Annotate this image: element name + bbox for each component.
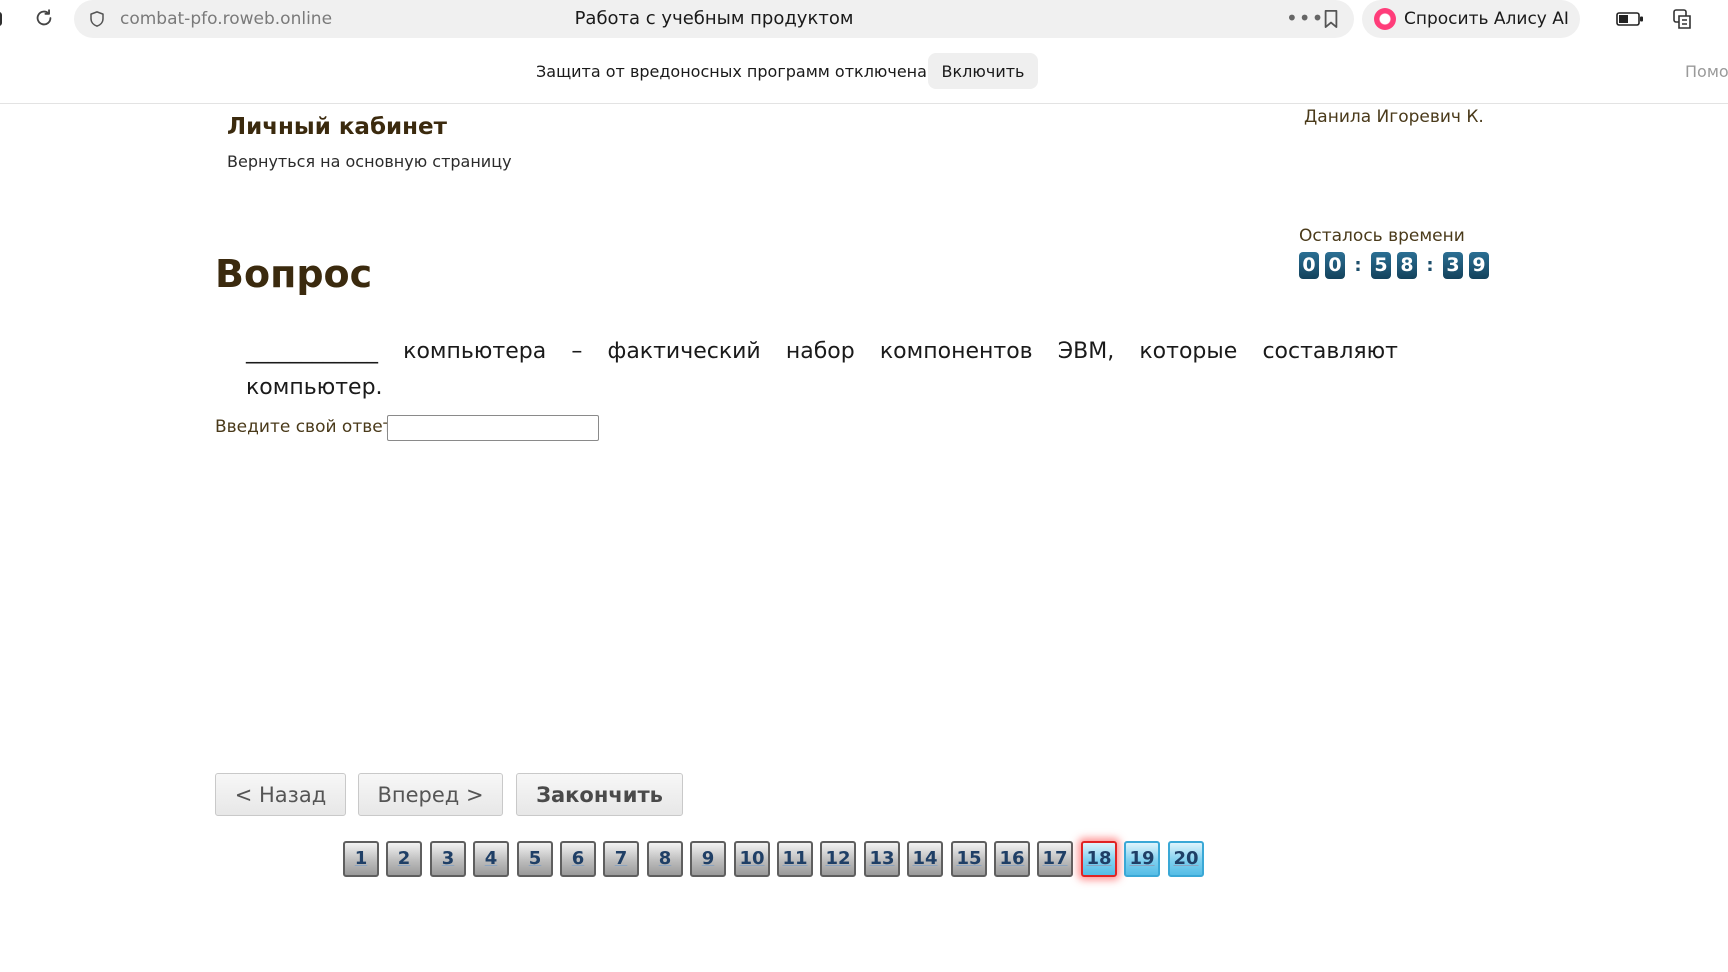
timer-digit: 9 xyxy=(1469,251,1489,279)
pager-item-17[interactable]: 17 xyxy=(1037,841,1073,877)
alice-icon xyxy=(1374,8,1396,30)
pager-item-6[interactable]: 6 xyxy=(560,841,596,877)
answer-input[interactable] xyxy=(387,415,599,441)
help-link[interactable]: Помо xyxy=(1685,62,1728,81)
question-heading: Вопрос xyxy=(215,252,373,296)
pager-item-4[interactable]: 4 xyxy=(473,841,509,877)
protection-notice-text: Защита от вредоносных программ отключена xyxy=(536,62,927,81)
pager-item-16[interactable]: 16 xyxy=(994,841,1030,877)
address-bar[interactable]: combat-pfo.roweb.online Работа с учебным… xyxy=(74,0,1354,38)
pager-item-20[interactable]: 20 xyxy=(1168,841,1204,877)
protection-notice-bar: Защита от вредоносных программ отключена… xyxy=(0,38,1728,104)
timer-digit: 0 xyxy=(1299,251,1319,279)
browser-toolbar: combat-pfo.roweb.online Работа с учебным… xyxy=(0,0,1728,38)
pager-item-11[interactable]: 11 xyxy=(777,841,813,877)
sidebar-edge xyxy=(0,12,2,26)
extensions-icon[interactable] xyxy=(1671,7,1693,31)
ask-alice-label: Спросить Алису AI xyxy=(1404,9,1569,29)
pager-item-12[interactable]: 12 xyxy=(820,841,856,877)
timer-digit: 8 xyxy=(1397,251,1417,279)
shield-icon[interactable] xyxy=(88,10,106,28)
question-text: ____________ компьютера – фактический на… xyxy=(246,339,1398,400)
ask-alice-button[interactable]: Спросить Алису AI xyxy=(1362,0,1580,38)
answer-label: Введите свой ответ xyxy=(215,417,393,437)
finish-button[interactable]: Закончить xyxy=(516,773,683,816)
pager-item-8[interactable]: 8 xyxy=(647,841,683,877)
pager-item-2[interactable]: 2 xyxy=(386,841,422,877)
countdown-timer: 0 0 : 5 8 : 3 9 xyxy=(1299,251,1495,279)
battery-icon xyxy=(1616,12,1643,26)
timer-digit: 3 xyxy=(1443,251,1463,279)
user-name: Данила Игоревич К. xyxy=(1304,107,1484,127)
reload-icon[interactable] xyxy=(33,7,55,29)
cabinet-title[interactable]: Личный кабинет xyxy=(227,114,447,140)
pager-item-10[interactable]: 10 xyxy=(734,841,770,877)
back-to-main-link[interactable]: Вернуться на основную страницу xyxy=(227,152,512,171)
bookmark-icon[interactable] xyxy=(1322,9,1340,29)
timer-separator: : xyxy=(1354,254,1362,276)
back-button[interactable]: < Назад xyxy=(215,773,346,816)
pager-item-7[interactable]: 7 xyxy=(603,841,639,877)
pager-item-1[interactable]: 1 xyxy=(343,841,379,877)
timer-digit: 5 xyxy=(1371,251,1391,279)
pager-item-19[interactable]: 19 xyxy=(1124,841,1160,877)
pager-item-5[interactable]: 5 xyxy=(517,841,553,877)
pager-item-9[interactable]: 9 xyxy=(690,841,726,877)
forward-button[interactable]: Вперед > xyxy=(358,773,503,816)
pager-item-15[interactable]: 15 xyxy=(951,841,987,877)
pager-item-3[interactable]: 3 xyxy=(430,841,466,877)
timer-digit: 0 xyxy=(1325,251,1345,279)
url-text[interactable]: combat-pfo.roweb.online xyxy=(120,9,332,29)
pager-item-13[interactable]: 13 xyxy=(864,841,900,877)
enable-protection-button[interactable]: Включить xyxy=(928,53,1038,89)
pager-item-18[interactable]: 18 xyxy=(1081,841,1117,877)
time-left-label: Осталось времени xyxy=(1299,226,1465,246)
timer-separator: : xyxy=(1426,254,1434,276)
pager-item-14[interactable]: 14 xyxy=(907,841,943,877)
more-icon[interactable]: ••• xyxy=(1286,8,1324,28)
